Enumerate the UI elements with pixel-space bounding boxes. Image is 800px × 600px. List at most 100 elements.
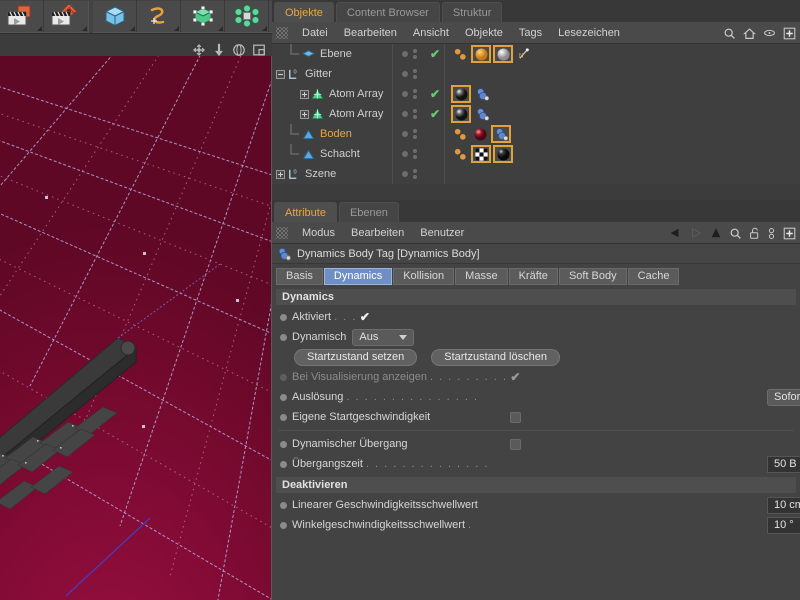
editor-visibility-dot[interactable]: [402, 91, 408, 97]
render-visibility-dots[interactable]: [413, 69, 417, 79]
menu-objekte[interactable]: Objekte: [457, 22, 511, 44]
object-visibility-dots[interactable]: [392, 164, 426, 184]
property-anim-dot[interactable]: [280, 413, 287, 421]
attribute-tab-kollision[interactable]: Kollision: [393, 267, 455, 285]
editor-visibility-dot[interactable]: [402, 131, 408, 137]
cube-primitive-button[interactable]: [93, 0, 137, 32]
property-anim-dot[interactable]: [280, 440, 287, 448]
property-checkmark[interactable]: ✔: [510, 371, 520, 383]
render-visibility-dots[interactable]: [413, 169, 417, 179]
attribute-tab-kräfte[interactable]: Kräfte: [508, 267, 558, 285]
object-enable-check[interactable]: ✔: [426, 108, 444, 120]
tab-attribute[interactable]: Attribute: [274, 202, 337, 222]
property-anim-dot[interactable]: [280, 393, 287, 401]
object-visibility-dots[interactable]: [392, 144, 426, 164]
object-enable-check[interactable]: ✔: [426, 48, 444, 60]
nurbs-button[interactable]: [181, 0, 225, 32]
tab-struktur[interactable]: Struktur: [441, 2, 503, 22]
expand-toggle[interactable]: [300, 89, 309, 99]
render-visibility-dots[interactable]: [413, 49, 417, 59]
dark-sphere-tag[interactable]: [451, 105, 471, 123]
object-tree-row[interactable]: Atom Array ✔: [272, 84, 800, 104]
object-tree-row[interactable]: Ebene ✔ N: [272, 44, 800, 64]
add-icon[interactable]: [783, 27, 796, 40]
tab-ebenen[interactable]: Ebenen: [338, 202, 399, 222]
dots-tag[interactable]: [451, 145, 469, 163]
dots-tag[interactable]: [451, 45, 469, 63]
perspective-viewport[interactable]: [0, 56, 271, 600]
object-name-cell[interactable]: 0 Szene: [272, 167, 392, 181]
collapse-toggle[interactable]: [276, 69, 285, 79]
expand-toggle[interactable]: [300, 109, 309, 119]
maximize-view-icon[interactable]: [252, 43, 266, 57]
editor-visibility-dot[interactable]: [402, 151, 408, 157]
render-visibility-dots[interactable]: [413, 109, 417, 119]
editor-visibility-dot[interactable]: [402, 51, 408, 57]
object-tree[interactable]: Ebene ✔ N 0 Gitter Atom Array ✔ Atom Arr…: [272, 44, 800, 184]
render-visibility-dots[interactable]: [413, 149, 417, 159]
object-name-cell[interactable]: Atom Array: [272, 104, 392, 124]
property-anim-dot[interactable]: [280, 333, 287, 341]
property-anim-dot[interactable]: [280, 460, 287, 468]
add-icon[interactable]: [783, 227, 796, 240]
dots-tag[interactable]: [451, 125, 469, 143]
property-anim-dot[interactable]: [280, 501, 287, 509]
tab-objekte[interactable]: Objekte: [274, 2, 334, 22]
zoom-camera-icon[interactable]: [212, 43, 226, 57]
attribute-tab-masse[interactable]: Masse: [455, 267, 508, 285]
menu-benutzer[interactable]: Benutzer: [412, 222, 472, 244]
attribute-tab-soft-body[interactable]: Soft Body: [558, 267, 627, 285]
menu-tags[interactable]: Tags: [511, 22, 550, 44]
object-enable-check[interactable]: ✔: [426, 88, 444, 100]
checker-tag[interactable]: [471, 145, 491, 163]
render-visibility-dots[interactable]: [413, 129, 417, 139]
move-camera-icon[interactable]: [192, 43, 206, 57]
vertexmap-tag[interactable]: N: [515, 45, 533, 63]
unlock-icon[interactable]: [749, 227, 760, 240]
search-icon[interactable]: [729, 227, 742, 240]
dark-sphere-tag[interactable]: [451, 85, 471, 103]
panel-grip[interactable]: [276, 26, 288, 39]
home-icon[interactable]: [743, 27, 756, 40]
property-checkbox[interactable]: [510, 438, 521, 450]
editor-visibility-dot[interactable]: [402, 171, 408, 177]
search-icon[interactable]: [723, 27, 736, 40]
render-view-button[interactable]: [0, 0, 44, 32]
startzustand-löschen-button[interactable]: Startzustand löschen: [431, 348, 560, 366]
object-name-cell[interactable]: Boden: [272, 124, 392, 144]
object-tree-row[interactable]: Atom Array ✔: [272, 104, 800, 124]
menu-modus[interactable]: Modus: [294, 222, 343, 244]
link-icon[interactable]: [767, 227, 776, 240]
dynamisch-dropdown[interactable]: Aus: [352, 328, 415, 346]
object-name-cell[interactable]: Atom Array: [272, 84, 392, 104]
object-visibility-dots[interactable]: [392, 124, 426, 144]
dynamics-tag[interactable]: [473, 85, 491, 103]
object-visibility-dots[interactable]: [392, 44, 426, 64]
linearer-geschwindigkeitsschwellwert-field[interactable]: 10 cm: [767, 496, 800, 514]
back-arrow-icon[interactable]: [668, 227, 682, 239]
object-name-cell[interactable]: Schacht: [272, 144, 392, 164]
object-tree-row[interactable]: Schacht: [272, 144, 800, 164]
property-anim-dot[interactable]: [280, 373, 287, 381]
menu-bearbeiten[interactable]: Bearbeiten: [343, 222, 412, 244]
object-visibility-dots[interactable]: [392, 84, 426, 104]
panel-grip[interactable]: [276, 226, 288, 239]
object-name-cell[interactable]: 0 Gitter: [272, 67, 392, 81]
attribute-tab-dynamics[interactable]: Dynamics: [323, 267, 393, 285]
startzustand-setzen-button[interactable]: Startzustand setzen: [294, 348, 418, 366]
tab-content-browser[interactable]: Content Browser: [335, 2, 440, 22]
auslösung-dropdown[interactable]: Sofort: [767, 388, 800, 406]
render-visibility-dots[interactable]: [413, 89, 417, 99]
white-sphere-tag[interactable]: [493, 45, 513, 63]
object-visibility-dots[interactable]: [392, 64, 426, 84]
property-checkbox[interactable]: [510, 411, 521, 423]
menu-ansicht[interactable]: Ansicht: [405, 22, 457, 44]
editor-visibility-dot[interactable]: [402, 71, 408, 77]
menu-bearbeiten[interactable]: Bearbeiten: [336, 22, 405, 44]
attribute-tab-cache[interactable]: Cache: [627, 267, 680, 285]
object-tree-row[interactable]: 0 Szene: [272, 164, 800, 184]
dynamics-tag-selected[interactable]: [491, 125, 511, 143]
property-anim-dot[interactable]: [280, 521, 287, 529]
black-sphere-tag[interactable]: [493, 145, 513, 163]
up-arrow-icon[interactable]: [710, 227, 722, 239]
